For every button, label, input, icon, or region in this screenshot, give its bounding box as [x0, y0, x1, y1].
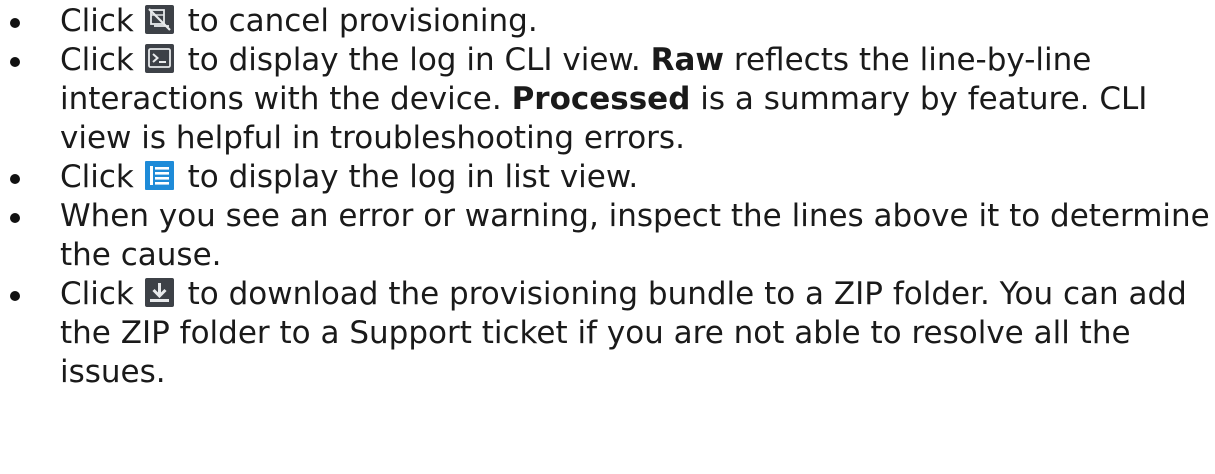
download-icon: [144, 278, 174, 307]
click-word: Click: [60, 42, 134, 78]
list-item-cli-view: Click to display the log in CLI view. Ra…: [0, 41, 1215, 158]
click-word: Click: [60, 276, 134, 312]
instruction-list: Click to cancel provisioning. Click to d…: [0, 2, 1215, 392]
item-text-part-1: to display the log in CLI view.: [187, 42, 641, 78]
list-item-error-warning: When you see an error or warning, inspec…: [0, 197, 1215, 275]
cli-view-icon: [144, 44, 174, 73]
raw-term: Raw: [650, 42, 725, 78]
list-item-cancel: Click to cancel provisioning.: [0, 2, 1215, 41]
item-text: When you see an error or warning, inspec…: [60, 198, 1210, 273]
item-text: to display the log in list view.: [187, 159, 639, 195]
processed-term: Processed: [511, 81, 691, 117]
list-item-download: Click to download the provisioning bundl…: [0, 275, 1215, 392]
click-word: Click: [60, 3, 134, 39]
click-word: Click: [60, 159, 134, 195]
list-item-list-view: Click to display the log in list view.: [0, 158, 1215, 197]
list-view-icon: [144, 161, 174, 190]
item-text: to download the provisioning bundle to a…: [60, 276, 1187, 390]
cancel-provisioning-icon: [144, 5, 174, 34]
item-text: to cancel provisioning.: [187, 3, 538, 39]
